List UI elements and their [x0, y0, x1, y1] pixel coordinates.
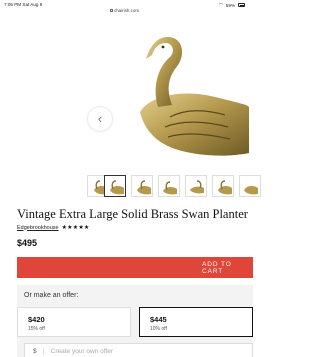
make-offer-panel: Or make an offer: $420 15% off $445 10% …	[17, 285, 253, 357]
status-time: 7:05 PM Sat Aug 6	[4, 2, 43, 7]
battery-percent: 59%	[225, 2, 235, 8]
offer-option-2[interactable]: $445 10% off	[139, 307, 253, 337]
thumbnail[interactable]	[185, 175, 207, 197]
thumbnail[interactable]	[212, 175, 234, 197]
chevron-left-icon: ‹	[97, 111, 103, 126]
url-bar[interactable]: chairish.com	[0, 8, 249, 16]
thumbnail[interactable]	[131, 175, 153, 197]
product-hero-image[interactable]: ‹	[0, 17, 249, 169]
offer-option-1[interactable]: $420 15% off	[17, 307, 131, 337]
offer-discount: 10% off	[150, 326, 167, 332]
lock-icon	[109, 9, 113, 13]
offer-heading: Or make an offer:	[24, 292, 79, 299]
currency-symbol: $	[25, 347, 44, 355]
battery-icon	[238, 3, 245, 7]
offer-amount: $420	[28, 315, 45, 324]
offer-discount: 15% off	[28, 326, 45, 332]
offer-amount: $445	[150, 315, 167, 324]
thumbnail[interactable]	[104, 175, 126, 197]
seller-row: Edgebrookhouse ★★★★★	[17, 224, 90, 232]
thumbnail[interactable]	[158, 175, 180, 197]
custom-offer-placeholder: Create your own offer	[50, 347, 114, 355]
add-to-cart-label: ADD TO CART	[202, 260, 232, 275]
rating-stars: ★★★★★	[61, 225, 90, 231]
gallery-prev-button[interactable]: ‹	[88, 107, 112, 131]
brass-swan-image	[140, 37, 249, 156]
thumbnail[interactable]	[239, 175, 261, 197]
product-price: $495	[17, 238, 38, 248]
seller-link[interactable]: Edgebrookhouse	[17, 225, 59, 231]
add-to-cart-button[interactable]: ADD TO CART	[17, 257, 253, 278]
thumbnail-strip	[0, 175, 261, 197]
url-domain: chairish.com	[113, 8, 140, 13]
product-title: Vintage Extra Large Solid Brass Swan Pla…	[17, 207, 248, 221]
custom-offer-input[interactable]: $ Create your own offer	[24, 343, 253, 357]
